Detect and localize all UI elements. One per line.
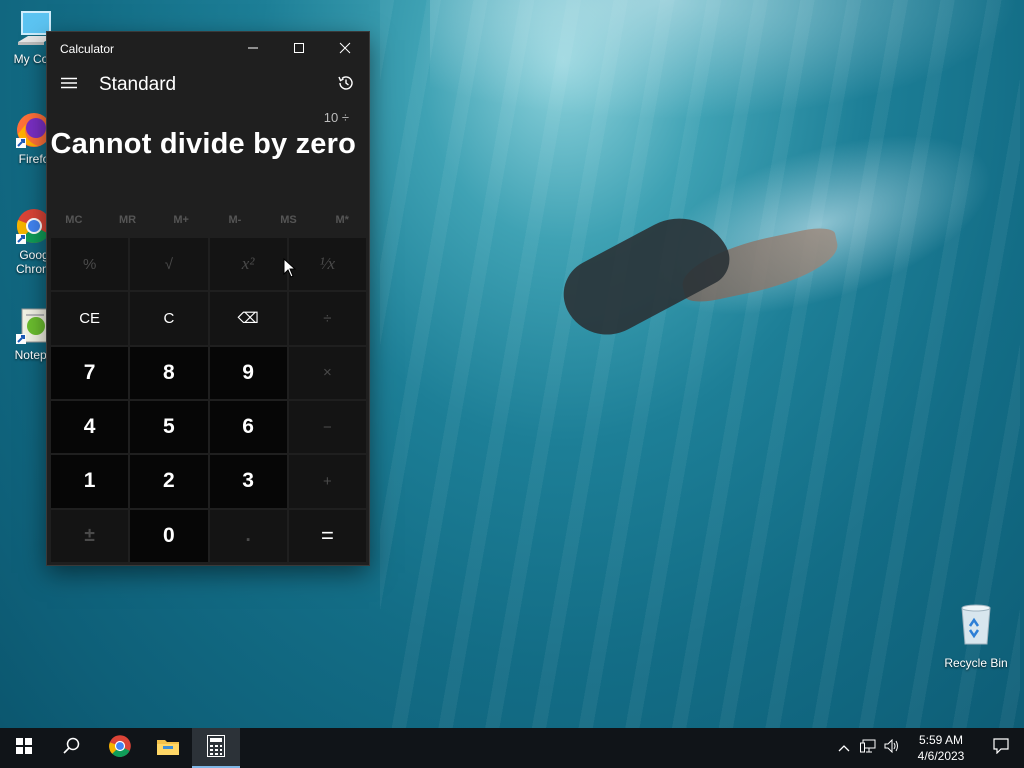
taskbar-file-explorer[interactable] bbox=[144, 728, 192, 768]
maximize-icon bbox=[293, 41, 305, 57]
start-button[interactable] bbox=[0, 728, 48, 768]
volume-button[interactable] bbox=[880, 738, 904, 758]
calculator-mode-title: Standard bbox=[99, 74, 177, 95]
minimize-icon bbox=[247, 41, 259, 57]
clock[interactable]: 5:59 AM 4/6/2023 bbox=[904, 732, 978, 764]
memory-ms-button[interactable]: MS bbox=[262, 204, 316, 236]
digit-1-key[interactable]: 1 bbox=[51, 455, 129, 508]
close-icon bbox=[339, 41, 351, 57]
keypad: % √ x² ¹⁄x CE C ⌫ ÷ 7 8 9 × 4 5 6− 1 2 3 + ±0. = bbox=[51, 238, 366, 562]
wallpaper-surface bbox=[430, 0, 1020, 120]
chrome-icon bbox=[108, 734, 132, 763]
digit-4-key[interactable]: 4 bbox=[51, 400, 129, 454]
notification-icon bbox=[993, 737, 1009, 759]
desktop-icon-recycle-bin[interactable]: Recycle Bin bbox=[940, 602, 1012, 670]
network-button[interactable] bbox=[856, 739, 880, 758]
subtract-key[interactable]: − bbox=[288, 400, 366, 454]
recycle-bin-icon bbox=[956, 602, 996, 645]
sqrt-key[interactable]: √ bbox=[130, 238, 208, 291]
divide-key[interactable]: ÷ bbox=[288, 292, 366, 345]
close-button[interactable] bbox=[322, 32, 368, 66]
digit-7-key[interactable]: 7 bbox=[51, 346, 129, 399]
digit-5-key[interactable]: 5 bbox=[130, 400, 208, 454]
decimal-key[interactable]: . bbox=[209, 509, 287, 562]
backspace-key[interactable]: ⌫ bbox=[209, 292, 287, 345]
system-tray: 5:59 AM 4/6/2023 bbox=[832, 728, 1024, 768]
memory-mr-button[interactable]: MR bbox=[101, 204, 155, 236]
add-key[interactable]: + bbox=[288, 455, 366, 508]
memory-mminus-button[interactable]: M- bbox=[208, 204, 262, 236]
minimize-button[interactable] bbox=[230, 32, 276, 66]
digit-8-key[interactable]: 8 bbox=[130, 346, 208, 399]
digit-0-key[interactable]: 0 bbox=[130, 509, 208, 562]
clock-time: 5:59 AM bbox=[918, 733, 964, 747]
memory-mstar-button[interactable]: M* bbox=[315, 204, 369, 236]
digit-6-key[interactable]: 6 bbox=[209, 400, 287, 454]
clear-key[interactable]: C bbox=[130, 292, 208, 345]
percent-key[interactable]: % bbox=[51, 238, 129, 291]
multiply-key[interactable]: × bbox=[288, 346, 366, 399]
network-icon bbox=[860, 739, 876, 758]
show-hidden-icons-button[interactable] bbox=[832, 739, 856, 757]
memory-mplus-button[interactable]: M+ bbox=[154, 204, 208, 236]
memory-row: MC MR M+ M- MS M* bbox=[47, 204, 369, 236]
navigation-menu-button[interactable] bbox=[47, 66, 91, 104]
digit-3-key[interactable]: 3 bbox=[209, 455, 287, 508]
title-bar[interactable]: Calculator bbox=[47, 32, 369, 66]
history-icon bbox=[337, 74, 355, 97]
action-center-button[interactable] bbox=[978, 737, 1024, 759]
history-button[interactable] bbox=[331, 70, 361, 100]
digit-2-key[interactable]: 2 bbox=[130, 455, 208, 508]
hamburger-icon bbox=[61, 76, 77, 94]
taskbar-chrome[interactable] bbox=[96, 728, 144, 768]
search-icon bbox=[63, 737, 81, 760]
negate-key[interactable]: ± bbox=[51, 509, 129, 562]
taskbar: 5:59 AM 4/6/2023 bbox=[0, 728, 1024, 768]
clear-entry-key[interactable]: CE bbox=[51, 292, 129, 345]
speaker-icon bbox=[884, 738, 900, 758]
maximize-button[interactable] bbox=[276, 32, 322, 66]
result-display: Cannot divide by zero bbox=[50, 128, 356, 160]
mouse-cursor-icon bbox=[283, 257, 297, 278]
search-button[interactable] bbox=[48, 728, 96, 768]
windows-start-icon bbox=[16, 737, 32, 759]
window-title: Calculator bbox=[60, 42, 115, 56]
memory-mc-button[interactable]: MC bbox=[47, 204, 101, 236]
calculator-icon bbox=[207, 734, 225, 762]
expression-display: 10 ÷ bbox=[323, 110, 349, 125]
chevron-up-icon bbox=[838, 739, 850, 757]
square-key[interactable]: x² bbox=[209, 238, 287, 291]
calculator-window: Calculator Standard 10 ÷ Cannot divide b… bbox=[47, 32, 369, 565]
taskbar-calculator[interactable] bbox=[192, 728, 240, 768]
file-explorer-icon bbox=[157, 737, 179, 760]
reciprocal-key[interactable]: ¹⁄x bbox=[288, 238, 366, 291]
equals-key[interactable]: = bbox=[288, 509, 366, 562]
digit-9-key[interactable]: 9 bbox=[209, 346, 287, 399]
clock-date: 4/6/2023 bbox=[917, 749, 965, 763]
